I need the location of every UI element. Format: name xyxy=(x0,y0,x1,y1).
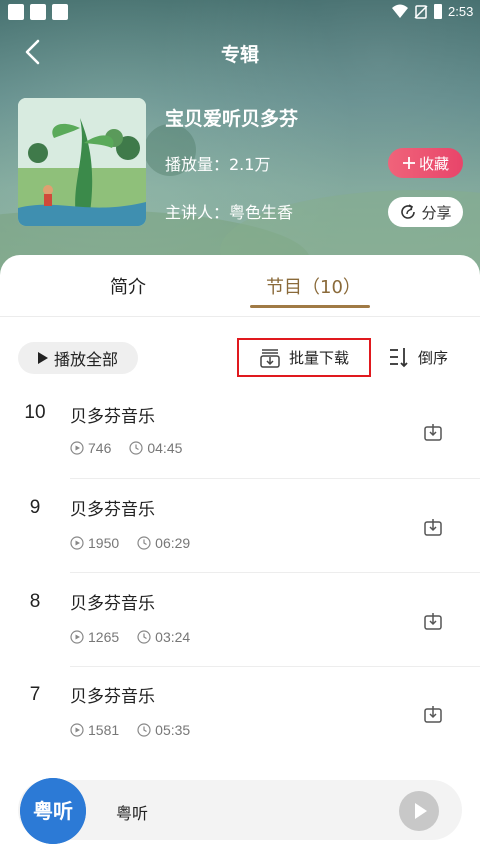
notification-icon xyxy=(30,4,46,20)
share-button[interactable]: 分享 xyxy=(388,197,463,227)
clock-icon xyxy=(137,536,151,550)
download-icon[interactable] xyxy=(423,611,443,631)
favorite-label: 收藏 xyxy=(418,154,449,173)
episode-title: 贝多芬音乐 xyxy=(70,407,155,427)
album-title: 宝贝爱听贝多芬 xyxy=(165,108,299,130)
active-tab-indicator xyxy=(250,305,370,308)
episode-plays: 1581 xyxy=(88,722,120,738)
favorite-button[interactable]: 收藏 xyxy=(388,148,463,178)
player-title: 粤听 xyxy=(116,804,149,823)
status-time: 2:53 xyxy=(448,4,474,19)
battery-icon xyxy=(434,4,442,19)
no-sim-icon xyxy=(414,5,428,19)
page-title: 专辑 xyxy=(220,44,259,66)
episode-number: 10 xyxy=(24,402,46,423)
episode-row[interactable]: 9 贝多芬音乐 1950 06:29 xyxy=(0,485,480,579)
play-count-icon xyxy=(70,536,84,550)
album-play-count: 播放量：2.1万 xyxy=(165,155,271,174)
album-cover xyxy=(18,98,146,226)
play-icon xyxy=(37,352,48,364)
wifi-icon xyxy=(392,4,408,18)
episode-row[interactable]: 8 贝多芬音乐 1265 03:24 xyxy=(0,579,480,673)
album-host: 主讲人：粤色生香 xyxy=(165,203,294,222)
episode-row[interactable]: 7 贝多芬音乐 1581 05:35 xyxy=(0,672,480,766)
player-logo[interactable]: 粤听 xyxy=(20,778,86,844)
sort-button[interactable]: 倒序 xyxy=(388,346,448,368)
play-count-icon xyxy=(70,441,84,455)
status-bar: 2:53 xyxy=(0,0,480,24)
download-icon[interactable] xyxy=(423,704,443,724)
clock-icon xyxy=(137,723,151,737)
download-icon[interactable] xyxy=(423,517,443,537)
episode-duration: 03:24 xyxy=(155,629,191,645)
sort-label: 倒序 xyxy=(418,348,449,367)
app-logo-icon: 粤听 xyxy=(20,778,86,844)
episode-duration: 04:45 xyxy=(147,440,183,456)
episode-title: 贝多芬音乐 xyxy=(70,687,155,707)
batch-download-button[interactable]: 批量下载 xyxy=(237,338,371,377)
episode-plays: 1265 xyxy=(88,629,120,645)
episode-meta: 1581 05:35 xyxy=(70,722,190,738)
row-divider xyxy=(70,666,480,667)
episode-meta: 1265 03:24 xyxy=(70,629,190,645)
episode-number: 8 xyxy=(29,591,41,612)
sort-icon xyxy=(390,348,408,368)
download-icon[interactable] xyxy=(423,422,443,442)
episode-number: 7 xyxy=(29,684,41,705)
play-icon xyxy=(415,803,427,819)
episode-plays: 1950 xyxy=(88,535,120,551)
play-all-button[interactable]: 播放全部 xyxy=(18,342,138,374)
row-divider xyxy=(70,572,480,573)
share-label: 分享 xyxy=(421,203,452,222)
tab-programs[interactable]: 节目（10） xyxy=(266,273,361,299)
episode-plays: 746 xyxy=(88,440,112,456)
plus-icon xyxy=(402,157,415,169)
episode-meta: 1950 06:29 xyxy=(70,535,190,551)
episode-duration: 05:35 xyxy=(155,722,191,738)
notification-icon xyxy=(8,4,24,20)
share-icon xyxy=(401,204,416,219)
episode-title: 贝多芬音乐 xyxy=(70,594,155,614)
tab-divider xyxy=(0,316,480,317)
row-divider xyxy=(70,478,480,479)
episode-duration: 06:29 xyxy=(155,535,191,551)
play-all-label: 播放全部 xyxy=(53,350,118,369)
tab-intro[interactable]: 简介 xyxy=(110,273,146,299)
clock-icon xyxy=(137,630,151,644)
album-cover-illustration xyxy=(18,98,146,226)
episode-number: 9 xyxy=(29,497,41,518)
logo-text: 粤听 xyxy=(33,799,73,823)
player-play-button[interactable] xyxy=(399,791,439,831)
clock-icon xyxy=(129,441,143,455)
notification-icon xyxy=(52,4,68,20)
episode-title: 贝多芬音乐 xyxy=(70,500,155,520)
episode-meta: 746 04:45 xyxy=(70,440,182,456)
download-tray-icon xyxy=(260,348,280,368)
batch-download-label: 批量下载 xyxy=(288,349,349,367)
episode-row[interactable]: 10 贝多芬音乐 746 04:45 xyxy=(0,392,480,486)
play-count-icon xyxy=(70,630,84,644)
play-count-icon xyxy=(70,723,84,737)
